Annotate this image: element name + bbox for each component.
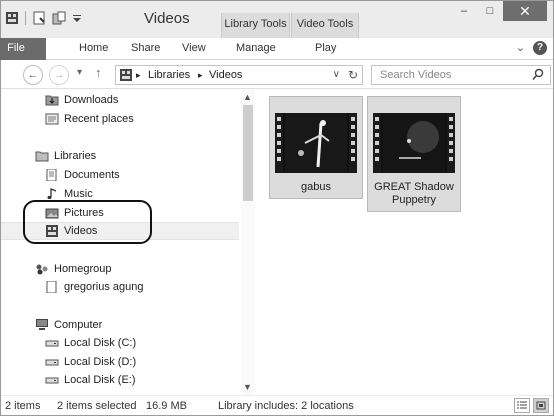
address-bar[interactable]: ▸ Libraries ▸ Videos ∨ ↻ bbox=[115, 65, 363, 85]
close-button[interactable]: ✕ bbox=[503, 1, 547, 21]
tab-view[interactable]: View bbox=[182, 38, 206, 60]
nav-item-downloads[interactable]: Downloads bbox=[1, 91, 239, 109]
recent-locations-icon[interactable]: ▾ bbox=[77, 67, 82, 78]
nav-item-label: Downloads bbox=[64, 94, 119, 106]
video-library-icon bbox=[120, 69, 132, 84]
breadcrumb-libraries[interactable]: Libraries bbox=[148, 69, 190, 81]
computer-icon bbox=[35, 319, 49, 331]
user-icon bbox=[45, 280, 59, 294]
disk-icon bbox=[45, 337, 59, 349]
up-button[interactable]: ↑ bbox=[95, 65, 102, 80]
breadcrumb-videos[interactable]: Videos bbox=[209, 69, 242, 81]
back-button[interactable]: ← bbox=[23, 65, 43, 85]
file-tile-gabus[interactable]: gabus bbox=[269, 96, 363, 199]
explorer-window: Videos Library Tools Video Tools – □ ✕ F… bbox=[0, 0, 554, 416]
file-name: gabus bbox=[301, 181, 331, 193]
tab-video-tools[interactable]: Video Tools bbox=[291, 13, 359, 38]
highlight-annotation bbox=[23, 200, 152, 244]
video-thumbnail bbox=[373, 113, 455, 173]
libraries-icon bbox=[35, 150, 49, 162]
ribbon-tabs: File Home Share View Manage Play ⌄ ? bbox=[0, 38, 553, 60]
file-tile-great-shadow-puppetry[interactable]: GREAT Shadow Puppetry bbox=[367, 96, 461, 212]
nav-item-label: Recent places bbox=[64, 113, 134, 125]
nav-item-label: Local Disk (D:) bbox=[64, 356, 137, 368]
file-list: gabus GREAT Shadow Puppetry bbox=[257, 89, 553, 395]
nav-item-local-disk-c[interactable]: Local Disk (C:) bbox=[1, 334, 239, 352]
new-folder-icon[interactable] bbox=[52, 11, 66, 25]
documents-icon bbox=[45, 168, 59, 182]
homegroup-icon bbox=[35, 263, 49, 275]
status-bar: 2 items 2 items selected 16.9 MB Library… bbox=[1, 395, 553, 415]
nav-item-label: gregorius agung bbox=[64, 281, 144, 293]
expand-ribbon-icon[interactable]: ⌄ bbox=[516, 41, 525, 55]
video-library-icon bbox=[5, 11, 19, 25]
nav-item-label: Computer bbox=[54, 319, 103, 331]
nav-item-label: Documents bbox=[64, 169, 120, 181]
view-switcher bbox=[514, 398, 549, 413]
customize-qat-icon[interactable] bbox=[72, 11, 86, 25]
search-placeholder: Search Videos bbox=[380, 69, 452, 81]
tab-home[interactable]: Home bbox=[79, 38, 108, 60]
breadcrumb-separator: ▸ bbox=[198, 70, 203, 80]
search-icon[interactable] bbox=[532, 68, 544, 85]
refresh-button[interactable]: ↻ bbox=[348, 68, 358, 82]
item-count: 2 items bbox=[5, 400, 41, 412]
nav-item-label: Libraries bbox=[54, 150, 97, 162]
nav-item-label: Music bbox=[64, 188, 93, 200]
file-name: GREAT Shadow Puppetry bbox=[374, 181, 454, 206]
properties-icon[interactable] bbox=[32, 11, 46, 25]
disk-icon bbox=[45, 374, 59, 386]
nav-item-computer[interactable]: Computer bbox=[1, 316, 239, 334]
scrollbar-thumb[interactable] bbox=[243, 105, 253, 201]
minimize-button[interactable]: – bbox=[451, 1, 477, 21]
music-icon bbox=[45, 188, 59, 200]
tab-play[interactable]: Play bbox=[315, 38, 336, 60]
window-controls: – □ ✕ bbox=[451, 1, 547, 21]
selection-size: 16.9 MB bbox=[146, 400, 187, 412]
details-view-icon bbox=[517, 401, 527, 409]
nav-item-label: Homegroup bbox=[54, 263, 112, 275]
scroll-down-icon[interactable]: ▼ bbox=[243, 382, 252, 392]
nav-item-label: Local Disk (E:) bbox=[64, 374, 136, 386]
nav-item-homegroup[interactable]: Homegroup bbox=[1, 260, 239, 278]
search-box[interactable]: Search Videos bbox=[371, 65, 551, 85]
maximize-button[interactable]: □ bbox=[477, 1, 503, 21]
tab-library-tools[interactable]: Library Tools bbox=[221, 13, 290, 38]
tab-file[interactable]: File bbox=[0, 38, 46, 60]
nav-item-user[interactable]: gregorius agung bbox=[1, 278, 239, 296]
window-title: Videos bbox=[144, 10, 190, 27]
disk-icon bbox=[45, 356, 59, 368]
video-thumbnail bbox=[275, 113, 357, 173]
recent-places-icon bbox=[45, 113, 59, 125]
large-icons-view-icon bbox=[536, 401, 546, 410]
nav-item-libraries[interactable]: Libraries bbox=[1, 147, 239, 165]
nav-item-documents[interactable]: Documents bbox=[1, 166, 239, 184]
help-icon[interactable]: ? bbox=[533, 41, 547, 55]
scroll-up-icon[interactable]: ▲ bbox=[243, 92, 252, 102]
large-icons-view-button[interactable] bbox=[533, 398, 549, 413]
quick-access-toolbar bbox=[5, 11, 86, 25]
forward-button[interactable]: → bbox=[49, 65, 69, 85]
breadcrumb-separator: ▸ bbox=[136, 70, 141, 80]
address-row: ← → ▾ ↑ ▸ Libraries ▸ Videos ∨ ↻ Search … bbox=[1, 61, 553, 89]
details-view-button[interactable] bbox=[514, 398, 530, 413]
nav-item-local-disk-e[interactable]: Local Disk (E:) bbox=[1, 371, 239, 389]
tab-manage[interactable]: Manage bbox=[236, 38, 276, 60]
ribbon-right-controls: ⌄ ? bbox=[516, 41, 547, 55]
title-bar: Videos Library Tools Video Tools – □ ✕ bbox=[1, 1, 553, 38]
nav-item-recent-places[interactable]: Recent places bbox=[1, 110, 239, 128]
nav-pane-scrollbar[interactable]: ▲ ▼ bbox=[241, 89, 255, 395]
library-locations: Library includes: 2 locations bbox=[218, 400, 354, 412]
address-dropdown-button[interactable]: ∨ bbox=[333, 69, 340, 80]
nav-item-local-disk-d[interactable]: Local Disk (D:) bbox=[1, 353, 239, 371]
downloads-icon bbox=[45, 94, 59, 106]
tab-share[interactable]: Share bbox=[131, 38, 160, 60]
selection-count: 2 items selected bbox=[57, 400, 137, 412]
nav-item-label: Local Disk (C:) bbox=[64, 337, 137, 349]
